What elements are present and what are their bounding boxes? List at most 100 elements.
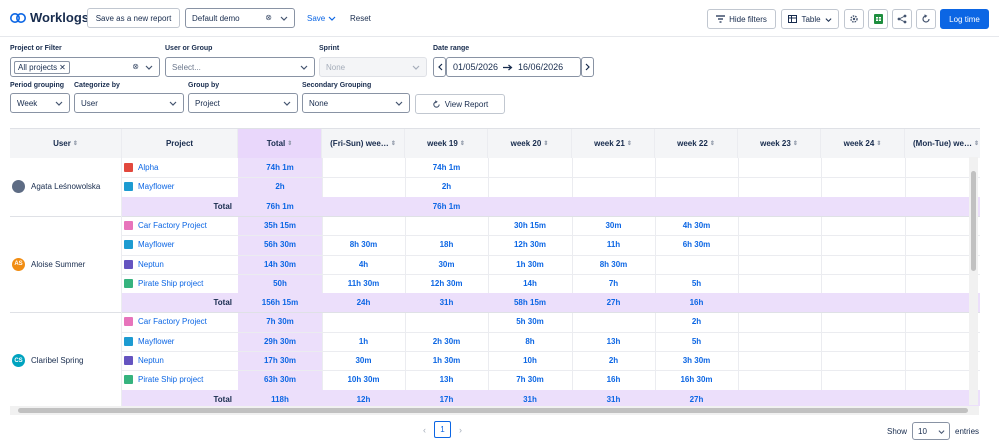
clear-icon[interactable]: ⊗ [132,62,139,71]
column-header-2[interactable]: Total ⇕ [238,129,322,158]
worklog-cell[interactable]: 6h 30m [655,240,738,249]
worklog-cell[interactable]: 7h [572,279,655,288]
worklog-cell[interactable]: 74h 1m [238,163,322,172]
log-time-button[interactable]: Log time [940,9,989,29]
date-range-input[interactable]: 01/05/2026 16/06/2026 [446,57,581,77]
worklog-cell[interactable]: 16h [572,375,655,384]
worklog-cell[interactable]: 56h 30m [238,240,322,249]
worklog-cell[interactable]: 4h [322,260,405,269]
period-grouping-select[interactable]: Week [10,93,70,113]
reset-button[interactable]: Reset [350,8,371,28]
categorize-by-select[interactable]: User [74,93,184,113]
column-header-4[interactable]: week 19 ⇕ [405,129,488,158]
chevron-right-icon[interactable]: › [459,425,462,435]
project-filter-select[interactable]: All projects ✕ ⊗ [10,57,160,77]
worklog-cell[interactable]: 1h 30m [405,356,488,365]
project-link[interactable]: Car Factory Project [124,220,207,230]
project-link[interactable]: Mayflower [124,240,174,250]
hide-filters-button[interactable]: Hide filters [707,9,776,29]
worklog-cell[interactable]: 5h [655,279,738,288]
worklog-cell[interactable]: 8h [488,337,572,346]
worklog-cell[interactable]: 2h 30m [405,337,488,346]
column-header-0[interactable]: User ⇕ [10,129,122,158]
worklog-cell[interactable]: 30m [572,221,655,230]
horizontal-scroll-thumb[interactable] [18,408,968,413]
column-header-10[interactable]: (Mon-Tue) we… ⇕ [905,129,980,158]
share-button[interactable] [892,9,912,29]
save-as-new-report-button[interactable]: Save as a new report [87,8,180,28]
project-link[interactable]: Alpha [124,163,158,172]
worklog-cell[interactable]: 13h [572,337,655,346]
worklog-cell[interactable]: 50h [238,279,322,288]
project-link[interactable]: Pirate Ship project [124,375,203,385]
column-header-9[interactable]: week 24 ⇕ [821,129,905,158]
worklog-cell[interactable]: 35h 15m [238,221,322,230]
chevron-left-icon[interactable]: ‹ [423,425,426,435]
settings-button[interactable] [844,9,864,29]
worklog-cell[interactable]: 30m [322,356,405,365]
worklog-cell[interactable]: 14h [488,279,572,288]
column-header-3[interactable]: (Fri-Sun) wee… ⇕ [322,129,405,158]
worklog-cell[interactable]: 12h 30m [405,279,488,288]
export-sheets-button[interactable] [868,9,888,29]
worklog-cell[interactable]: 2h [655,317,738,326]
page-size-select[interactable]: 10 [912,422,951,440]
view-mode-select[interactable]: Table [781,9,839,29]
vertical-scroll-thumb[interactable] [971,171,976,271]
worklog-cell[interactable]: 18h [405,240,488,249]
worklog-cell[interactable]: 10h [488,356,572,365]
worklog-cell[interactable]: 2h [572,356,655,365]
project-link[interactable]: Neptun [124,259,164,269]
refresh-button[interactable] [916,9,936,29]
worklog-cell[interactable]: 74h 1m [405,163,488,172]
worklog-cell[interactable]: 30m [405,260,488,269]
column-header-5[interactable]: week 20 ⇕ [488,129,572,158]
horizontal-scrollbar[interactable] [10,406,979,415]
worklog-cell[interactable]: 5h [655,337,738,346]
worklog-cell[interactable]: 7h 30m [488,375,572,384]
project-link[interactable]: Mayflower [124,336,174,346]
worklog-cell[interactable]: 16h 30m [655,375,738,384]
view-report-button[interactable]: View Report [415,94,505,114]
chevron-down-icon [412,65,420,70]
column-header-7[interactable]: week 22 ⇕ [655,129,738,158]
worklog-cell[interactable]: 11h 30m [322,279,405,288]
project-link[interactable]: Pirate Ship project [124,278,203,288]
vertical-scrollbar[interactable] [969,157,978,405]
worklog-cell[interactable]: 3h 30m [655,356,738,365]
page-button-current[interactable]: 1 [434,421,451,438]
worklog-cell[interactable]: 2h [405,182,488,191]
worklog-cell[interactable]: 30h 15m [488,221,572,230]
worklog-cell[interactable]: 4h 30m [655,221,738,230]
worklog-cell[interactable]: 1h [322,337,405,346]
worklog-cell[interactable]: 17h 30m [238,356,322,365]
report-select[interactable]: Default demo ⊗ [185,8,295,28]
worklog-cell[interactable]: 7h 30m [238,317,322,326]
worklog-cell[interactable]: 2h [238,182,322,191]
worklog-cell[interactable]: 63h 30m [238,375,322,384]
worklog-cell[interactable]: 8h 30m [322,240,405,249]
worklog-cell[interactable]: 8h 30m [572,260,655,269]
group-by-select[interactable]: Project [188,93,298,113]
worklog-cell[interactable]: 29h 30m [238,337,322,346]
save-dropdown-button[interactable]: Save [307,8,336,28]
column-header-1[interactable]: Project [122,129,238,158]
date-next-button[interactable] [581,57,594,77]
user-filter-select[interactable]: Select... [165,57,315,77]
secondary-grouping-select[interactable]: None [302,93,410,113]
chip-close-icon[interactable]: ✕ [59,63,66,72]
project-link[interactable]: Mayflower [124,182,174,192]
worklog-cell[interactable]: 5h 30m [488,317,572,326]
worklog-cell[interactable]: 14h 30m [238,260,322,269]
column-header-8[interactable]: week 23 ⇕ [738,129,821,158]
clear-icon[interactable]: ⊗ [265,13,272,22]
project-link[interactable]: Car Factory Project [124,317,207,327]
column-header-6[interactable]: week 21 ⇕ [572,129,655,158]
worklog-cell[interactable]: 12h 30m [488,240,572,249]
worklog-cell[interactable]: 13h [405,375,488,384]
worklog-cell[interactable]: 11h [572,240,655,249]
project-link[interactable]: Neptun [124,356,164,365]
date-prev-button[interactable] [433,57,446,77]
worklog-cell[interactable]: 1h 30m [488,260,572,269]
worklog-cell[interactable]: 10h 30m [322,375,405,384]
